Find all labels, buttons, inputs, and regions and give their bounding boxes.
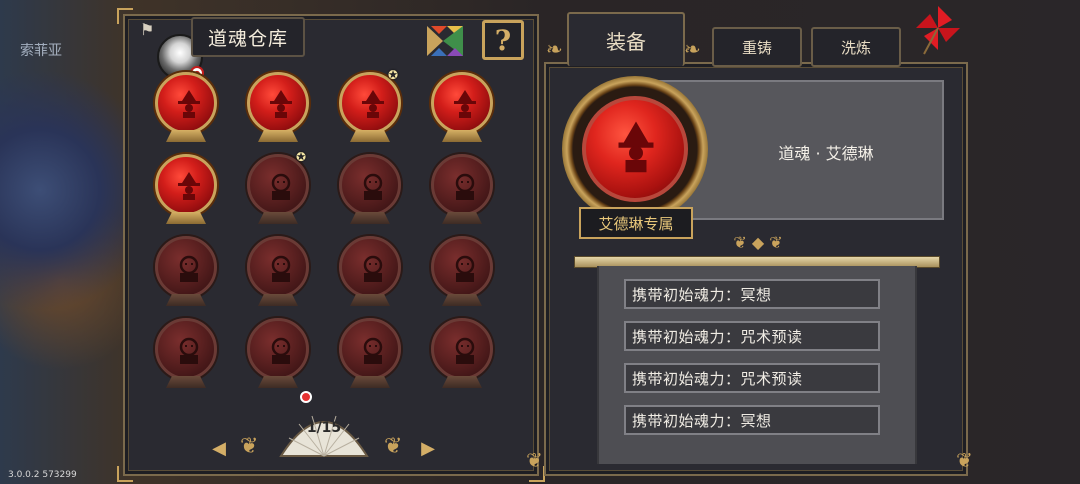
- portrait-icon: [449, 253, 481, 283]
- soul-orb: [339, 154, 401, 216]
- witch-hat-icon: [173, 89, 205, 119]
- pinwheel-icon[interactable]: [914, 4, 962, 56]
- soul-orb-slot[interactable]: [336, 318, 404, 394]
- soul-orb: [155, 154, 217, 216]
- soul-orb-slot[interactable]: [428, 72, 496, 148]
- help-button[interactable]: ?: [482, 20, 524, 60]
- portrait-icon: [265, 335, 297, 365]
- orb-pedestal: [258, 376, 298, 388]
- soul-orb-slot[interactable]: [428, 318, 496, 394]
- swirl-ornament: ❦: [384, 434, 403, 459]
- soul-orb-grid: ✪ ✪: [152, 68, 514, 388]
- tab-ornament: ❧: [684, 37, 701, 61]
- portrait-icon: [265, 253, 297, 283]
- soul-orb: [431, 318, 493, 380]
- soul-orb-slot[interactable]: [152, 154, 220, 230]
- witch-hat-icon: [357, 89, 389, 119]
- soul-orb-slot[interactable]: [244, 72, 312, 148]
- portrait-icon: [449, 171, 481, 201]
- star-icon: ✪: [296, 150, 307, 164]
- swirl-ornament: ❦: [526, 448, 543, 472]
- soul-orb-slot[interactable]: ✪: [244, 150, 312, 230]
- swirl-ornament: ❦: [956, 448, 973, 472]
- page-notification-dot: [300, 391, 312, 403]
- effect-row: 携带初始魂力：咒术预读: [624, 321, 880, 351]
- soul-orb-slot[interactable]: [152, 72, 220, 148]
- orb-pedestal: [166, 294, 206, 306]
- witch-hat-icon: [265, 89, 297, 119]
- orb-pedestal: [442, 376, 482, 388]
- tab-reforge[interactable]: 重铸: [712, 27, 802, 67]
- scroll-ornament: ❦ ◆ ❦: [733, 233, 783, 252]
- portrait-icon: [265, 171, 297, 201]
- soul-name: 道魂 · 艾德琳: [778, 144, 874, 163]
- orb-pedestal: [258, 130, 298, 142]
- tab-equip[interactable]: 装备: [567, 12, 685, 66]
- swirl-ornament: ❦: [240, 434, 259, 459]
- orb-pedestal: [258, 294, 298, 306]
- orb-pedestal: [442, 130, 482, 142]
- soul-orb: [247, 236, 309, 298]
- prev-page-button[interactable]: ◀: [210, 438, 228, 459]
- portrait-icon: [449, 335, 481, 365]
- corner-ornament: [117, 466, 133, 482]
- witch-hat-icon: [449, 89, 481, 119]
- soul-orb: [431, 72, 493, 134]
- pennant-icon: ⚑: [140, 20, 155, 39]
- corner-ornament: [117, 8, 133, 24]
- next-page-button[interactable]: ▶: [419, 438, 437, 459]
- portrait-icon: [173, 253, 205, 283]
- portrait-icon: [357, 253, 389, 283]
- background-location-label: 索菲亚: [20, 43, 62, 59]
- tangram-icon[interactable]: [425, 22, 465, 60]
- orb-pedestal: [350, 130, 390, 142]
- soul-orb: [247, 72, 309, 134]
- orb-pedestal: [350, 212, 390, 224]
- soul-orb-slot[interactable]: [152, 318, 220, 394]
- portrait-icon: [357, 335, 389, 365]
- soul-orb: [155, 318, 217, 380]
- soul-orb-slot[interactable]: [244, 318, 312, 394]
- soul-orb-slot[interactable]: [428, 154, 496, 230]
- orb-pedestal: [350, 376, 390, 388]
- soul-orb-slot[interactable]: [336, 236, 404, 312]
- portrait-icon: [173, 335, 205, 365]
- effect-row: 携带初始魂力：冥想: [624, 279, 880, 309]
- effect-row: 携带初始魂力：咒术预读: [624, 363, 880, 393]
- soul-orb: [339, 236, 401, 298]
- orb-pedestal: [442, 212, 482, 224]
- page-indicator: 1/15: [306, 420, 342, 436]
- soul-orb-slot[interactable]: ✪: [336, 68, 404, 148]
- soul-orb: [155, 72, 217, 134]
- tab-ornament: ❧: [546, 37, 563, 61]
- soul-orb-slot[interactable]: [428, 236, 496, 312]
- soul-orb: [247, 318, 309, 380]
- orb-pedestal: [442, 294, 482, 306]
- orb-pedestal: [166, 130, 206, 142]
- effect-row: 携带初始魂力：冥想: [624, 405, 880, 435]
- soul-orb: [155, 236, 217, 298]
- tab-refine[interactable]: 洗炼: [811, 27, 901, 67]
- witch-hat-icon: [173, 171, 205, 201]
- warehouse-title-box: 道魂仓库: [191, 17, 305, 57]
- orb-pedestal: [350, 294, 390, 306]
- soul-orb: [431, 154, 493, 216]
- version-label: 3.0.0.2 573299: [8, 470, 77, 480]
- soul-orb: [339, 318, 401, 380]
- portrait-icon: [357, 171, 389, 201]
- witch-hat-icon: [608, 118, 664, 174]
- soul-orb: [431, 236, 493, 298]
- soul-orb-slot[interactable]: [152, 236, 220, 312]
- exclusive-tag: 艾德琳专属: [579, 207, 693, 239]
- orb-pedestal: [258, 212, 298, 224]
- star-icon: ✪: [388, 68, 399, 82]
- soul-orb-slot[interactable]: [244, 236, 312, 312]
- orb-pedestal: [166, 376, 206, 388]
- warehouse-title: 道魂仓库: [207, 27, 288, 50]
- soul-orb-slot[interactable]: [336, 154, 404, 230]
- orb-pedestal: [166, 212, 206, 224]
